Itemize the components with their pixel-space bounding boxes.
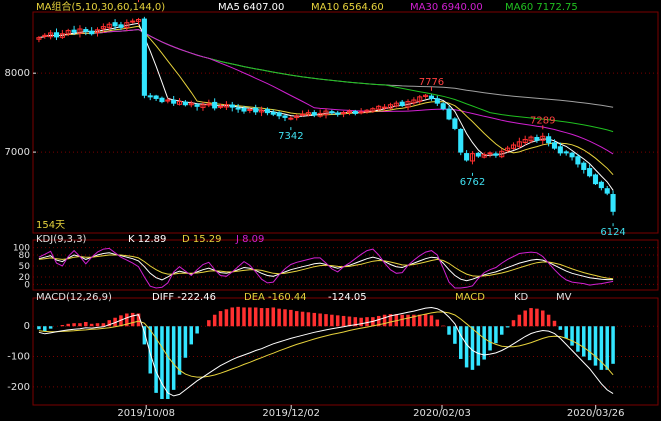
macd-tick-label: -200: [7, 382, 30, 393]
candle-down: [270, 111, 276, 115]
candle-down: [235, 107, 241, 110]
candle-down: [551, 142, 558, 149]
legend-macd-title: MACD(12,26,9): [36, 292, 112, 303]
candle-up: [487, 152, 493, 155]
candle-down: [147, 95, 153, 98]
legend-ma60: MA60 7172.75: [505, 2, 578, 13]
mv-tab[interactable]: MV: [556, 292, 572, 303]
candle-up: [382, 106, 388, 109]
candle-down: [171, 99, 177, 104]
candle-down: [335, 112, 341, 115]
legend-kdj-title: KDJ(9,3,3): [36, 234, 87, 245]
legend-ma-title: MA组合(5,10,30,60,144,0): [36, 0, 165, 13]
candle-down: [112, 22, 118, 27]
date-tick-label: 2020/03/26: [567, 408, 625, 419]
candle-down: [118, 24, 124, 28]
legend-macd-value: -124.05: [328, 292, 367, 303]
legend-kdj-d: D 15.29: [182, 234, 222, 245]
candle-down: [159, 97, 165, 103]
candle-down: [212, 101, 218, 109]
candle-down: [598, 181, 604, 189]
candle-down: [311, 112, 317, 116]
candle-down: [592, 174, 599, 185]
candle-down: [194, 104, 200, 107]
candle-up: [247, 108, 253, 111]
annotation-high: 7289: [530, 115, 555, 126]
candle-up: [358, 111, 364, 114]
candle-down: [352, 110, 358, 114]
legend-macd-diff: DIFF -222.46: [152, 292, 216, 303]
annotation-low: 6124: [600, 227, 625, 238]
candle-up: [300, 113, 306, 116]
price-tick-label: 8000: [5, 68, 30, 79]
candle-down: [446, 108, 452, 120]
annotation-high: 7776: [419, 77, 444, 88]
candle-down: [610, 194, 616, 212]
candle-down: [276, 112, 282, 117]
legend-ma30: MA30 6940.00: [410, 2, 483, 13]
candle-down: [546, 136, 552, 144]
candle-down: [452, 118, 458, 129]
candle-down: [264, 108, 270, 114]
candle-up: [130, 20, 136, 23]
candle-down: [604, 188, 610, 194]
macd-tick-label: -100: [7, 352, 30, 363]
candle-down: [557, 146, 563, 154]
kdj-tick-label: 0: [24, 280, 30, 290]
candle-down: [581, 162, 587, 170]
legend-macd-dea: DEA -160.44: [244, 292, 307, 303]
date-tick-label: 2019/12/02: [262, 408, 320, 419]
legend-ma5: MA5 6407.00: [218, 2, 284, 13]
kdj-tick-label: 80: [19, 251, 31, 261]
candle-down: [399, 101, 405, 107]
candle-down: [458, 128, 464, 153]
candle-down: [329, 111, 335, 114]
legend-kdj-j: J 8.09: [235, 234, 264, 245]
candle-down: [182, 101, 188, 106]
candle-down: [464, 153, 470, 161]
candle-down: [563, 151, 569, 154]
annotation-low: 6762: [460, 177, 485, 188]
candle-down: [434, 98, 440, 104]
annotation-low: 7342: [278, 131, 303, 142]
macd-tick-label: 0: [24, 321, 30, 332]
candle-down: [569, 152, 575, 158]
date-tick-label: 2019/10/08: [117, 408, 175, 419]
candle-down: [475, 152, 481, 157]
days-count-label: 154天: [36, 220, 65, 231]
kd-tab[interactable]: KD: [514, 292, 529, 303]
candle-down: [575, 156, 581, 165]
candle-down: [89, 30, 95, 35]
candle-down: [493, 153, 499, 156]
candle-up: [341, 112, 347, 115]
candle-down: [53, 32, 60, 38]
candle-down: [83, 29, 89, 32]
candle-down: [141, 18, 147, 96]
candle-down: [428, 95, 435, 99]
macd-tab[interactable]: MACD: [455, 292, 485, 303]
candle-down: [71, 29, 77, 33]
candle-down: [241, 107, 247, 112]
legend-kdj-k: K 12.89: [128, 234, 166, 245]
kdj-tick-label: 50: [19, 262, 31, 272]
candle-down: [587, 168, 593, 177]
price-tick-label: 7000: [5, 147, 30, 158]
candle-up: [288, 117, 294, 120]
stock-chart: 890077767342676272896124 80007000 MA组合(5…: [0, 0, 661, 421]
date-tick-label: 2020/02/03: [413, 408, 471, 419]
legend-ma10: MA10 6564.60: [311, 2, 384, 13]
candle-down: [153, 95, 159, 99]
candle-down: [282, 115, 288, 118]
candle-down: [440, 103, 446, 110]
candle-up: [217, 105, 224, 108]
candle-down: [534, 136, 540, 141]
candle-down: [253, 107, 259, 113]
candle-down: [229, 104, 235, 108]
